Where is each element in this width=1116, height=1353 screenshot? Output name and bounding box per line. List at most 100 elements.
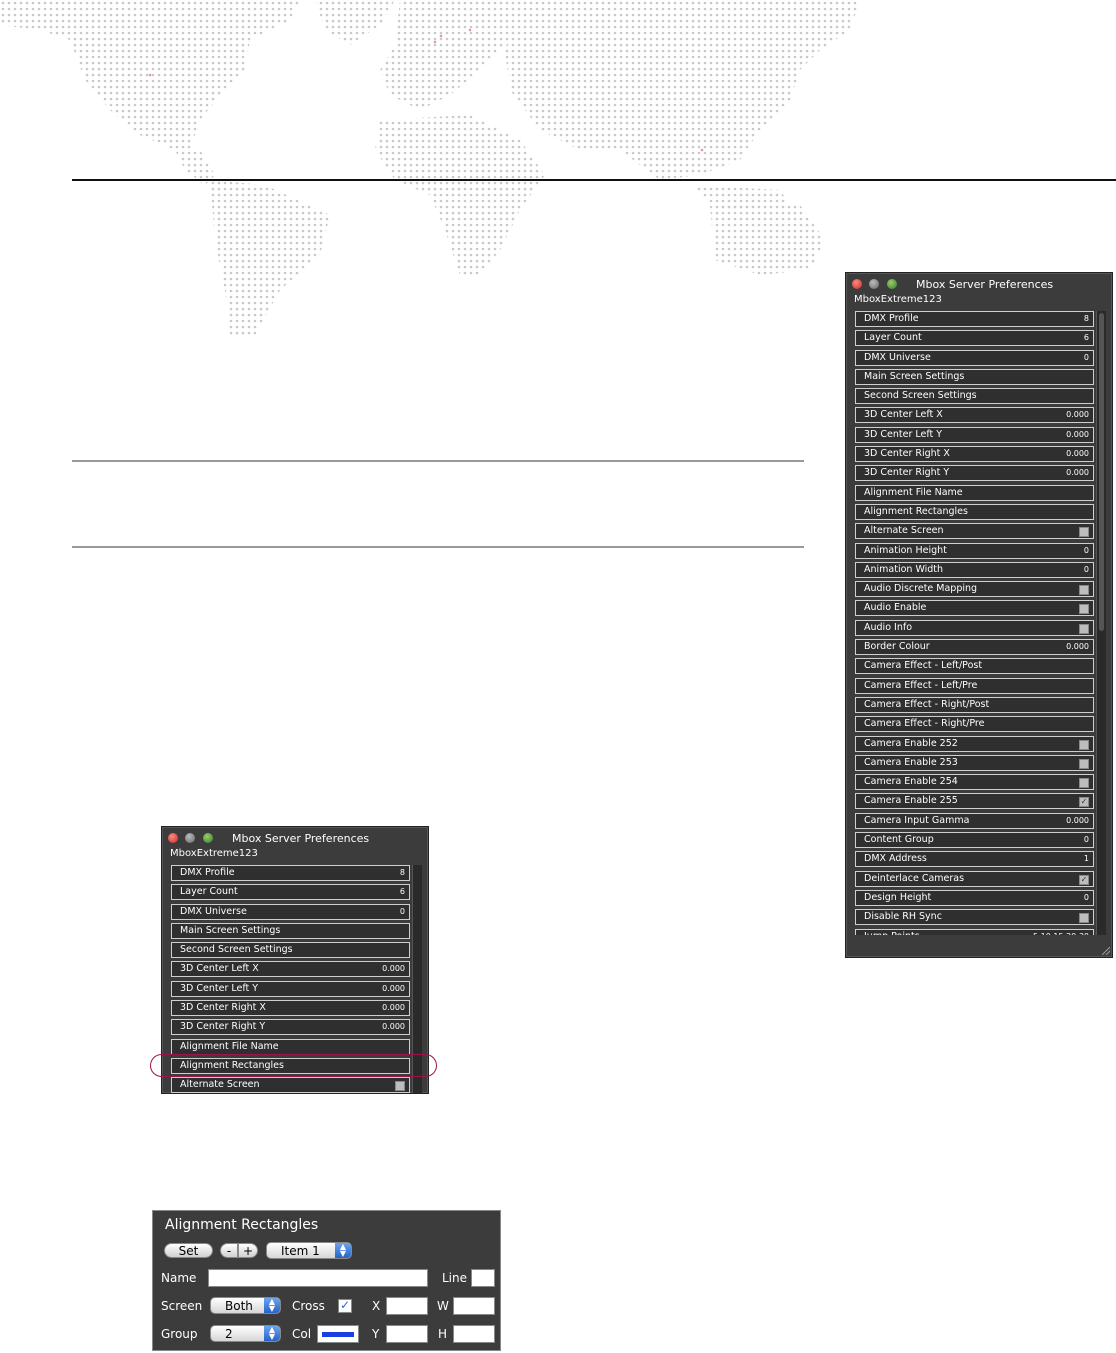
pref-row-label: Camera Enable 252 xyxy=(864,737,958,749)
color-well[interactable] xyxy=(317,1325,359,1343)
pref-row-camera-effect-left-post[interactable]: Camera Effect - Left/Post xyxy=(855,658,1094,675)
pref-row-animation-height[interactable]: Animation Height 0 xyxy=(855,542,1094,559)
pref-row-alignment-file-name[interactable]: Alignment File Name xyxy=(171,1038,410,1055)
vertical-scrollbar[interactable] xyxy=(1096,311,1106,935)
pref-row-label: 3D Center Left Y xyxy=(864,428,943,440)
pref-row-main-screen-settings[interactable]: Main Screen Settings xyxy=(171,922,410,939)
pref-row-camera-effect-right-pre[interactable]: Camera Effect - Right/Pre xyxy=(855,716,1094,733)
checkbox[interactable] xyxy=(1079,758,1089,769)
pref-row-label: Alignment File Name xyxy=(180,1040,279,1052)
cross-checkbox[interactable]: ✓ xyxy=(338,1299,352,1313)
pref-row-alternate-screen[interactable]: Alternate Screen xyxy=(855,523,1094,540)
set-button[interactable]: Set xyxy=(164,1243,213,1258)
pref-row-dmx-profile[interactable]: DMX Profile 8 xyxy=(855,311,1094,327)
pref-row-3d-center-right-y[interactable]: 3D Center Right Y 0.000 xyxy=(171,1019,410,1036)
pref-row-camera-effect-left-pre[interactable]: Camera Effect - Left/Pre xyxy=(855,677,1094,694)
zoom-button[interactable] xyxy=(203,833,213,843)
pref-row-second-screen-settings[interactable]: Second Screen Settings xyxy=(855,388,1094,405)
item-select[interactable]: Item 1 ▲ ▼ xyxy=(266,1242,352,1259)
pref-row-label: Audio Info xyxy=(864,621,913,633)
pref-row-jump-points[interactable]: Jump Points 5,10,15,20,30 xyxy=(855,928,1094,936)
pref-row-audio-info[interactable]: Audio Info xyxy=(855,619,1094,636)
pref-row-label: Border Colour xyxy=(864,641,930,653)
pref-row-3d-center-right-y[interactable]: 3D Center Right Y 0.000 xyxy=(855,465,1094,482)
pref-row-dmx-universe[interactable]: DMX Universe 0 xyxy=(171,903,410,920)
pref-row-design-height[interactable]: Design Height 0 xyxy=(855,889,1094,906)
pref-row-animation-width[interactable]: Animation Width 0 xyxy=(855,561,1094,578)
checkmark-icon[interactable]: ✓ xyxy=(1079,797,1089,808)
checkbox[interactable] xyxy=(395,1081,405,1092)
pref-row-3d-center-right-x[interactable]: 3D Center Right X 0.000 xyxy=(855,446,1094,463)
pref-row-audio-discrete-mapping[interactable]: Audio Discrete Mapping xyxy=(855,581,1094,598)
pref-row-label: Jump Points xyxy=(864,931,920,936)
line-field[interactable] xyxy=(471,1269,495,1287)
pref-row-3d-center-left-x[interactable]: 3D Center Left X 0.000 xyxy=(171,961,410,978)
pref-row-camera-enable-253[interactable]: Camera Enable 253 xyxy=(855,754,1094,771)
pref-row-camera-effect-right-post[interactable]: Camera Effect - Right/Post xyxy=(855,696,1094,713)
section-rule-1 xyxy=(72,460,804,462)
group-select[interactable]: 2 ▲ ▼ xyxy=(210,1325,281,1342)
checkbox[interactable] xyxy=(1079,739,1089,750)
h-label: H xyxy=(438,1327,448,1341)
chevron-updown-icon: ▲ ▼ xyxy=(264,1298,280,1313)
close-button[interactable] xyxy=(168,833,178,843)
pref-row-deinterlace-cameras[interactable]: Deinterlace Cameras ✓ xyxy=(855,870,1094,887)
pref-row-3d-center-left-y[interactable]: 3D Center Left Y 0.000 xyxy=(171,980,410,997)
title-bar[interactable]: Mbox Server Preferences xyxy=(162,829,428,847)
pref-row-dmx-profile[interactable]: DMX Profile 8 xyxy=(171,865,410,881)
pref-row-alignment-file-name[interactable]: Alignment File Name xyxy=(855,484,1094,501)
checkbox[interactable] xyxy=(1079,913,1089,924)
pref-row-content-group[interactable]: Content Group 0 xyxy=(855,832,1094,849)
item-select-value: Item 1 xyxy=(281,1244,320,1258)
w-field[interactable] xyxy=(453,1297,495,1315)
h-field[interactable] xyxy=(453,1325,495,1343)
pref-row-layer-count[interactable]: Layer Count 6 xyxy=(171,884,410,901)
minimize-button[interactable] xyxy=(185,833,195,843)
pref-row-main-screen-settings[interactable]: Main Screen Settings xyxy=(855,368,1094,385)
pref-row-value: 0.000 xyxy=(382,1022,405,1032)
x-field[interactable] xyxy=(386,1297,428,1315)
pref-row-label: Design Height xyxy=(864,891,932,903)
pref-row-value: 0 xyxy=(1083,352,1089,362)
pref-row-layer-count[interactable]: Layer Count 6 xyxy=(855,330,1094,347)
y-field[interactable] xyxy=(386,1325,428,1343)
pref-row-camera-input-gamma[interactable]: Camera Input Gamma 0.000 xyxy=(855,812,1094,829)
pref-row-second-screen-settings[interactable]: Second Screen Settings xyxy=(171,942,410,959)
checkmark-icon[interactable]: ✓ xyxy=(1079,874,1089,885)
pref-row-value: 0.000 xyxy=(1066,449,1089,459)
pref-row-label: 3D Center Left Y xyxy=(180,982,259,994)
pref-row-camera-enable-254[interactable]: Camera Enable 254 xyxy=(855,774,1094,791)
checkbox[interactable] xyxy=(1079,778,1089,789)
pref-row-alignment-rectangles[interactable]: Alignment Rectangles xyxy=(855,503,1094,520)
pref-row-label: Audio Enable xyxy=(864,602,927,614)
pref-row-disable-rh-sync[interactable]: Disable RH Sync xyxy=(855,909,1094,926)
pref-row-3d-center-left-y[interactable]: 3D Center Left Y 0.000 xyxy=(855,426,1094,443)
pref-row-label: Deinterlace Cameras xyxy=(864,872,965,884)
pref-row-audio-enable[interactable]: Audio Enable xyxy=(855,600,1094,617)
checkbox[interactable] xyxy=(1079,623,1089,634)
zoom-button[interactable] xyxy=(887,279,897,289)
pref-row-dmx-universe[interactable]: DMX Universe 0 xyxy=(855,349,1094,366)
add-item-button[interactable]: + xyxy=(238,1243,258,1258)
screen-select[interactable]: Both ▲ ▼ xyxy=(210,1297,281,1314)
pref-row-value: 6 xyxy=(399,887,405,897)
minimize-button[interactable] xyxy=(869,279,879,289)
checkbox[interactable] xyxy=(1079,527,1089,538)
pref-row-border-colour[interactable]: Border Colour 0.000 xyxy=(855,639,1094,656)
pref-row-camera-enable-255[interactable]: Camera Enable 255 ✓ xyxy=(855,793,1094,810)
remove-item-button[interactable]: - xyxy=(220,1243,238,1258)
pref-row-dmx-address[interactable]: DMX Address 1 xyxy=(855,851,1094,868)
pref-row-value: 8 xyxy=(1083,314,1089,323)
name-field[interactable] xyxy=(208,1269,428,1287)
pref-row-3d-center-left-x[interactable]: 3D Center Left X 0.000 xyxy=(855,407,1094,424)
close-button[interactable] xyxy=(852,279,862,289)
resize-grip-icon[interactable] xyxy=(1102,947,1110,955)
screen-select-value: Both xyxy=(225,1299,253,1313)
checkbox[interactable] xyxy=(1079,585,1089,596)
title-bar[interactable]: Mbox Server Preferences xyxy=(846,275,1112,293)
checkbox[interactable] xyxy=(1079,604,1089,615)
scrollbar-thumb[interactable] xyxy=(1099,313,1104,631)
pref-row-3d-center-right-x[interactable]: 3D Center Right X 0.000 xyxy=(171,1000,410,1017)
pref-row-alternate-screen[interactable]: Alternate Screen xyxy=(171,1077,410,1093)
pref-row-camera-enable-252[interactable]: Camera Enable 252 xyxy=(855,735,1094,752)
